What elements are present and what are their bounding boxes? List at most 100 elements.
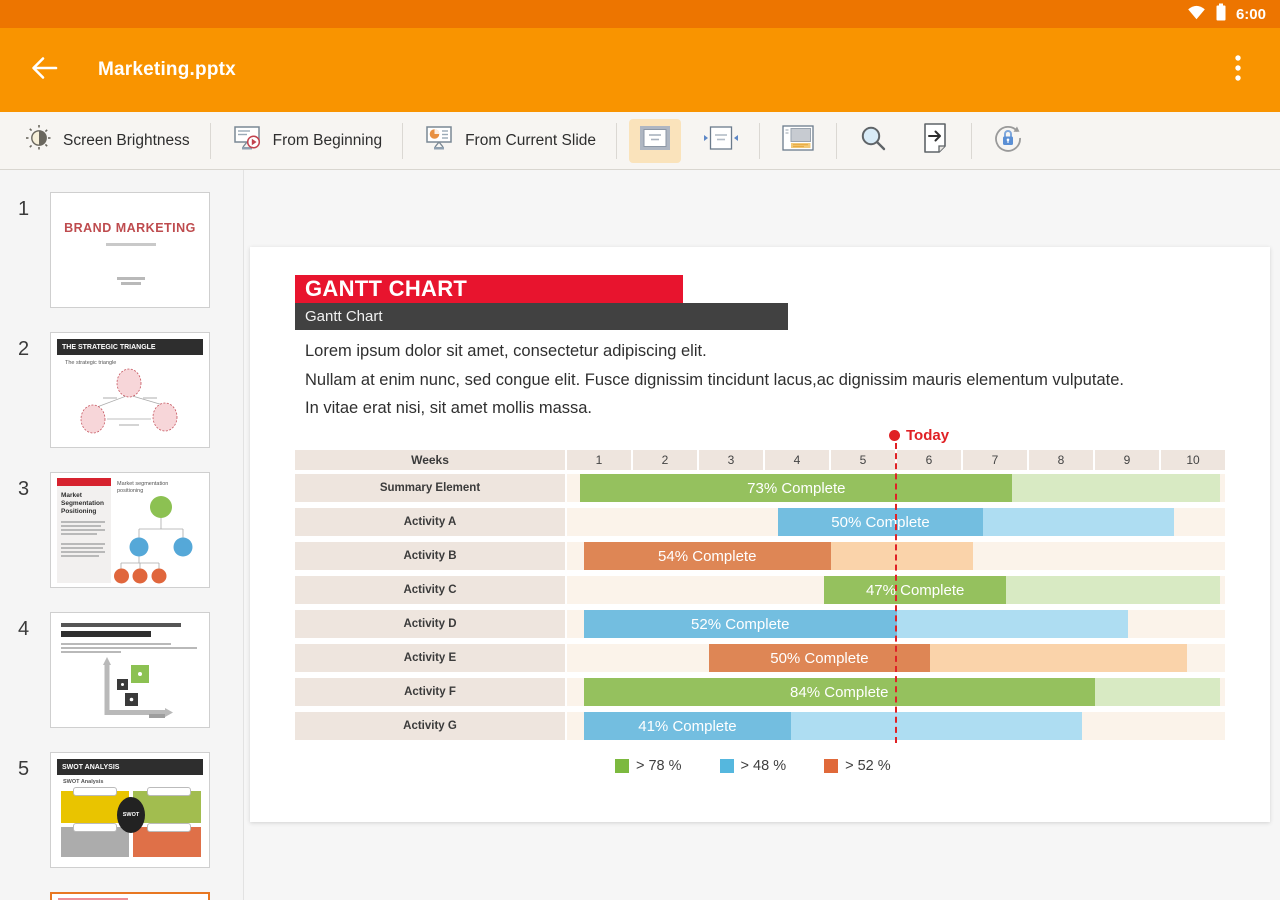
week-header-cell: 2 [633,450,697,470]
gantt-row-label: Summary Element [295,474,565,502]
thumb1-title: BRAND MARKETING [51,221,209,235]
week-header-cell: 6 [897,450,961,470]
legend-label: > 78 % [636,758,682,774]
gantt-bar-progress: 52% Complete [584,610,898,638]
from-beginning-button[interactable]: From Beginning [216,112,397,170]
slide-thumbnail-1[interactable]: 1 BRAND MARKETING [0,192,243,332]
gantt-bar-label: 52% Complete [691,616,789,633]
legend-item: > 52 % [824,758,891,774]
gantt-bar-label: 47% Complete [866,582,964,599]
thumb2-title: THE STRATEGIC TRIANGLE [57,339,203,355]
app-screen: 6:00 Marketing.pptx Screen Brightn [0,0,1280,900]
rotation-lock-button[interactable] [985,119,1031,163]
gantt-row: Activity G 41% Complete [295,712,1225,740]
gantt-bar-label: 50% Complete [831,514,929,531]
legend-item: > 48 % [720,758,787,774]
gantt-row-label: Activity A [295,508,565,536]
gantt-row: Activity F 84% Complete [295,678,1225,706]
thumbnail-preview: THE STRATEGIC TRIANGLE The strategic tri… [50,332,210,448]
toolbar-divider [971,123,972,159]
legend-swatch [824,759,838,773]
go-to-slide-icon [921,122,949,159]
toolbar-divider [210,123,211,159]
gantt-bar-label: 50% Complete [770,650,868,667]
screen-brightness-button[interactable]: Screen Brightness [10,112,205,170]
overflow-menu-button[interactable] [1220,48,1256,92]
gantt-bar-label: 41% Complete [638,718,736,735]
gantt-bar-progress: 50% Complete [778,508,983,536]
week-header-cell: 1 [567,450,631,470]
search-button[interactable] [850,119,896,163]
thumbnail-number: 2 [18,338,29,361]
normal-view-icon [638,124,672,157]
brightness-icon [25,124,53,157]
gantt-row-label: Activity F [295,678,565,706]
view-mode-notes-button[interactable] [772,119,824,163]
thumbnail-preview-selected [50,892,210,900]
gantt-bar-progress: 41% Complete [584,712,792,740]
slide-thumbnail-3[interactable]: 3 Market Segmentation Positioning Market… [0,472,243,612]
slide-title: GANTT CHART [295,275,683,303]
app-bar: Marketing.pptx [0,28,1280,112]
from-current-slide-label: From Current Slide [465,132,596,150]
gantt-bar-label: 84% Complete [790,684,888,701]
thumb5-title: SWOT ANALYSIS [57,759,203,775]
back-button[interactable] [22,48,66,92]
play-from-current-icon [423,123,455,158]
paragraph-line: Nullam at enim nunc, sed congue elit. Fu… [305,366,1124,395]
thumbnail-preview: Market Segmentation Positioning Market s… [50,472,210,588]
legend-label: > 52 % [845,758,891,774]
week-header-cell: 5 [831,450,895,470]
paragraph-line: Lorem ipsum dolor sit amet, consectetur … [305,337,1124,366]
gantt-bar-progress: 73% Complete [580,474,1012,502]
thumbnail-number: 4 [18,618,29,641]
week-header-cell: 4 [765,450,829,470]
gantt-row-label: Activity D [295,610,565,638]
slide-thumbnail-5[interactable]: 5 SWOT ANALYSIS SWOT Analysis SWOT [0,752,243,892]
paragraph-line: In vitae erat nisi, sit amet mollis mass… [305,394,1124,423]
slide-thumbnail-4[interactable]: 4 [0,612,243,752]
view-mode-slide-button[interactable] [695,119,747,163]
overflow-menu-icon [1235,54,1241,87]
week-header-cell: 3 [699,450,763,470]
gantt-row-label: Activity C [295,576,565,604]
thumbnail-number: 1 [18,198,29,221]
toolbar-divider [616,123,617,159]
gantt-row-label: Activity G [295,712,565,740]
wifi-icon [1187,4,1206,25]
notes-view-icon [780,124,816,157]
gantt-bar-progress: 84% Complete [584,678,1096,706]
week-header-cells: 12345678910 [567,450,1227,470]
view-mode-normal-button[interactable] [629,119,681,163]
weeks-column-header: Weeks [295,450,565,470]
today-label: Today [906,427,949,444]
thumb3-right-label: Market segmentation positioning [117,481,177,495]
go-to-slide-button[interactable] [912,119,958,163]
screen-brightness-label: Screen Brightness [63,132,190,150]
toolbar-divider [836,123,837,159]
gantt-bar-label: 73% Complete [747,480,845,497]
week-header-cell: 9 [1095,450,1159,470]
content-area: 1 BRAND MARKETING 2 THE STRATEGIC TRIANG… [0,170,1280,900]
gantt-row: Activity E50% Complete [295,644,1225,672]
gantt-row-label: Activity B [295,542,565,570]
gantt-bar-progress: 54% Complete [584,542,832,570]
gantt-row: Summary Element 73% Complete [295,474,1225,502]
week-header-cell: 10 [1161,450,1225,470]
back-arrow-icon [29,54,59,87]
clock: 6:00 [1236,6,1266,23]
slide-canvas[interactable]: GANTT CHART Gantt Chart Lorem ipsum dolo… [250,247,1270,822]
thumb5-subtitle: SWOT Analysis [63,779,103,785]
gantt-row: Activity B 54% Complete [295,542,1225,570]
legend-swatch [615,759,629,773]
today-marker: Today [889,427,949,444]
from-current-slide-button[interactable]: From Current Slide [408,112,611,170]
slide-subtitle: Gantt Chart [295,303,788,330]
thumbnail-preview: SWOT ANALYSIS SWOT Analysis SWOT [50,752,210,868]
week-header-cell: 8 [1029,450,1093,470]
slide-nav-view-icon [702,125,740,156]
slide-thumbnail-6[interactable]: 6 [0,892,243,900]
play-from-beginning-icon [231,123,263,158]
chart-legend: > 78 % > 48 % > 52 % [615,758,891,774]
slide-thumbnail-2[interactable]: 2 THE STRATEGIC TRIANGLE The strategic t… [0,332,243,472]
